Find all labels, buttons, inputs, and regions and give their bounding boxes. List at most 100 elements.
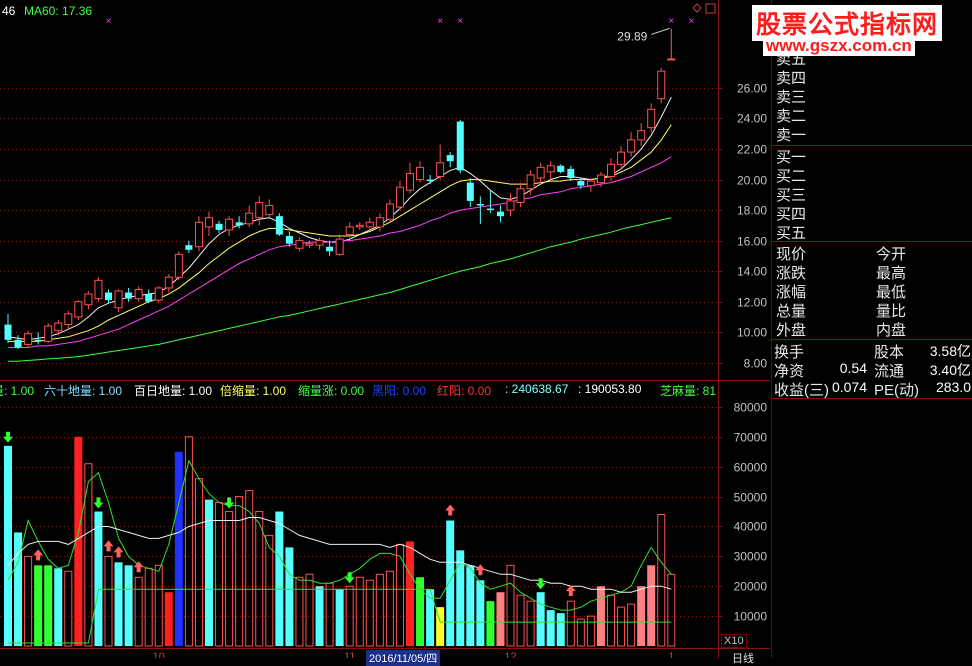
volume-bar [526, 600, 535, 647]
ma-line-0 [7, 96, 672, 341]
volume-tick-label: 40000 [734, 520, 768, 534]
fundamental-value: 3.58亿 [929, 343, 971, 359]
volume-bar [637, 586, 646, 646]
candle-body-down [145, 294, 153, 302]
candle-body-up [416, 166, 425, 181]
volume-bar [335, 589, 344, 646]
candle-body-up [516, 188, 525, 203]
indicator-value-1: 六十地量: 1.00 [44, 384, 123, 398]
candle-body-up [134, 288, 143, 300]
volume-bar [64, 570, 73, 647]
quote-label: 最低 [876, 284, 907, 301]
candle-body-up [627, 139, 636, 153]
candle-body-up [94, 279, 103, 300]
up-arrow-signal [113, 546, 124, 558]
quote-label: 外盘 [776, 322, 807, 339]
volume-bar [235, 496, 244, 647]
sell-level-label: 卖四 [776, 70, 807, 87]
candle-body-up [194, 221, 203, 248]
candle-body-down [326, 246, 334, 252]
candle-body-up [385, 203, 394, 220]
volume-bar [586, 615, 595, 647]
period-tab[interactable]: 日线 [732, 650, 754, 666]
sidebar-divider [772, 398, 972, 399]
indicator-value-4: 缩量涨: 0.00 [298, 384, 365, 398]
candle-body-down [14, 339, 22, 348]
price-tick-label: 8.00 [744, 357, 768, 371]
volume-tick-label: 50000 [734, 491, 768, 505]
volume-bar [607, 594, 615, 647]
candle-body-up [647, 108, 656, 129]
watermark-url: www.gszx.com.cn [763, 36, 915, 56]
candle-body-down [185, 245, 193, 250]
volume-bar [385, 570, 394, 647]
sidebar-divider [772, 339, 972, 340]
cursor-date-badge: 2016/11/05/四 [366, 650, 441, 666]
volume-bar [375, 573, 384, 647]
candle-body-down [486, 208, 494, 211]
up-arrow-signal [565, 585, 576, 597]
down-arrow-signal [224, 497, 235, 509]
candle-body-down [577, 181, 585, 186]
volume-bar [295, 576, 304, 647]
price-tick-label: 20.00 [737, 174, 767, 188]
volume-bar [114, 562, 123, 646]
ma60-label: MA60: 17.36 [24, 4, 93, 18]
volume-tick-label: 30000 [734, 550, 768, 564]
volume-tick-label: 70000 [734, 431, 768, 445]
indicator-value-5: 黑阳: 0.00 [372, 384, 427, 398]
candle-body-down [426, 179, 434, 182]
candle-body-down [275, 216, 283, 235]
candle-body-up [617, 151, 626, 165]
price-tick-label: 22.00 [737, 143, 767, 157]
up-arrow-signal [445, 504, 456, 516]
candle-body-up [506, 200, 515, 211]
buy-level-label: 买五 [776, 225, 807, 242]
candle-body-down [456, 121, 464, 171]
candle-body-down [557, 165, 565, 172]
indicator-value-6: 红阳: 0.00 [437, 384, 492, 398]
candle-body-up [436, 162, 445, 177]
candle-body-up [245, 212, 254, 225]
fundamental-label: 换手 [774, 344, 805, 361]
volume-bar [556, 613, 565, 646]
volume-bar [476, 580, 485, 646]
volume-bar [154, 564, 163, 647]
volume-bar [94, 511, 103, 646]
volume-bar [516, 594, 525, 647]
buy-level-label: 买三 [776, 187, 807, 204]
sell-level-label: 卖一 [776, 127, 807, 144]
high-pointer [651, 27, 670, 35]
volume-bar [315, 586, 324, 646]
volume-bar [4, 445, 12, 646]
candle-body-down [215, 223, 223, 230]
volume-bar [667, 573, 676, 647]
fundamental-label: 股本 [874, 344, 905, 361]
fundamental-label: 流通 [874, 363, 905, 380]
fundamental-value: 0.54 [839, 360, 867, 376]
candle-body-up [546, 165, 555, 173]
volume-bar [446, 520, 455, 646]
volume-bar [355, 576, 364, 647]
candle-body-up [114, 290, 123, 309]
up-arrow-signal [133, 561, 144, 573]
candle-body-up [355, 224, 364, 228]
candle-body-up [255, 201, 264, 219]
indicator-value-8: : 190053.80 [578, 382, 642, 396]
indicator-value-9: 芝麻量: 81 [660, 384, 717, 398]
candle-body-down [125, 292, 133, 299]
down-arrow-signal [3, 431, 13, 443]
x-axis-label: 1 [668, 651, 674, 658]
quote-label: 最高 [876, 265, 907, 282]
volume-bar [406, 541, 414, 646]
volume-bar [34, 565, 43, 646]
candle-body-down [285, 236, 293, 244]
volume-bar [395, 543, 404, 647]
fundamental-value: 283.0 [935, 379, 971, 395]
quote-label: 总量 [776, 303, 807, 320]
signal-marker: × [437, 16, 443, 27]
candle-body-down [466, 182, 474, 201]
indicator-value-0: 量: 1.00 [0, 384, 35, 398]
sell-level-label: 卖三 [776, 89, 807, 106]
candle-body-up [54, 322, 63, 332]
